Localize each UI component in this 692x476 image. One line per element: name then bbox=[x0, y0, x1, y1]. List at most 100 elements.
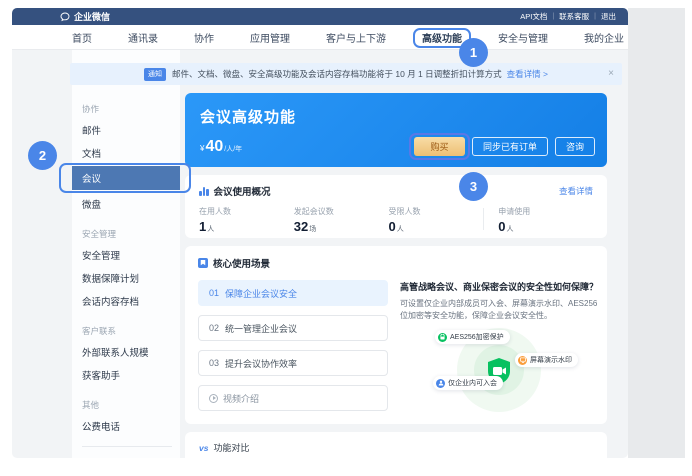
sidebar-item-chat-archive[interactable]: 会话内容存档 bbox=[82, 289, 172, 312]
usage-title: 会议使用概况 bbox=[214, 184, 271, 198]
bar-chart-icon bbox=[199, 187, 209, 196]
consult-button[interactable]: 咨询 bbox=[555, 137, 595, 156]
hero-card: 会议高级功能 ¥ 40 /人/年 购买 3 同步已有订单 咨询 bbox=[185, 93, 607, 167]
tab-advanced-features[interactable]: 高级功能 1 bbox=[422, 25, 462, 49]
security-illustration: AES256加密保护 屏幕演示水印 bbox=[400, 326, 598, 421]
price-unit: /人/年 bbox=[224, 144, 242, 154]
link-logout[interactable]: 退出 bbox=[601, 11, 616, 22]
notification-banner: 通知 邮件、文档、微盘、安全高级功能及会话内容存档功能将于 10 月 1 日调整… bbox=[70, 63, 622, 85]
scenarios-title: 核心使用场景 bbox=[213, 256, 270, 270]
sidebar-group-customer: 客户联系 bbox=[82, 325, 172, 337]
stat-active-users: 在用人数 1人 bbox=[199, 206, 294, 234]
scenario-number: 03 bbox=[209, 358, 219, 368]
notice-badge: 通知 bbox=[144, 68, 166, 81]
divider: | bbox=[594, 13, 596, 20]
annotation-step-2: 2 bbox=[28, 141, 57, 170]
sidebar-item-data-protection[interactable]: 数据保障计划 bbox=[82, 266, 172, 289]
hero-buttons: 购买 3 同步已有订单 咨询 bbox=[414, 137, 595, 156]
link-api-docs[interactable]: API文档 bbox=[520, 11, 547, 22]
scenario-item-security[interactable]: 01 保障企业会议安全 bbox=[198, 280, 388, 306]
page-title: 会议高级功能 bbox=[200, 106, 296, 127]
chat-bubble-icon bbox=[60, 12, 70, 22]
lock-icon bbox=[438, 333, 447, 342]
sync-orders-button[interactable]: 同步已有订单 bbox=[472, 137, 548, 156]
stat-label: 发起会议数 bbox=[294, 206, 389, 217]
scenario-number: 02 bbox=[209, 323, 219, 333]
sidebar-item-external-contacts[interactable]: 外部联系人规模 bbox=[82, 340, 172, 363]
divider: | bbox=[552, 13, 554, 20]
tab-contacts[interactable]: 通讯录 bbox=[128, 25, 158, 49]
scenario-detail: 高管战略会议、商业保密会议的安全性如何保障？ 可设置仅企业内部成员可入会、屏幕演… bbox=[400, 280, 598, 421]
wecom-logo: 企业微信 bbox=[60, 10, 110, 23]
tag-aes256: AES256加密保护 bbox=[435, 330, 510, 344]
active-tab-underline bbox=[424, 46, 460, 49]
sidebar-item-customer-assistant[interactable]: 获客助手 bbox=[82, 363, 172, 386]
tag-label: 屏幕演示水印 bbox=[530, 355, 572, 365]
compare-card: vs 功能对比 bbox=[185, 432, 607, 458]
stat-label: 申请使用 bbox=[498, 206, 593, 217]
stat-label: 在用人数 bbox=[199, 206, 294, 217]
sidebar-item-security-management[interactable]: 安全管理 bbox=[82, 243, 172, 266]
sidebar-group-other: 其他 bbox=[82, 399, 172, 411]
stat-meetings-started: 发起会议数 32场 bbox=[294, 206, 389, 234]
screenshot-stage: 企业微信 API文档 | 联系客服 | 退出 首页 通讯录 协作 应用管理 客户… bbox=[0, 0, 692, 476]
topbar: 企业微信 API文档 | 联系客服 | 退出 bbox=[12, 8, 628, 25]
stat-value: 0 bbox=[389, 219, 396, 234]
buy-button[interactable]: 购买 3 bbox=[414, 137, 465, 156]
tab-app-management[interactable]: 应用管理 bbox=[250, 25, 290, 49]
annotation-step-1: 1 bbox=[459, 38, 488, 67]
primary-nav: 首页 通讯录 协作 应用管理 客户与上下游 高级功能 1 安全与管理 我的企业 bbox=[12, 25, 628, 50]
stat-unit: 人 bbox=[207, 226, 214, 233]
tag-label: AES256加密保护 bbox=[450, 332, 504, 342]
flag-icon bbox=[198, 258, 208, 268]
stat-apply-usage: 申请使用 0人 bbox=[498, 206, 593, 234]
sidebar-item-mail[interactable]: 邮件 bbox=[82, 118, 172, 141]
stat-value: 1 bbox=[199, 219, 206, 234]
tab-customers[interactable]: 客户与上下游 bbox=[326, 25, 386, 49]
usage-detail-link[interactable]: 查看详情 bbox=[559, 185, 593, 197]
scenario-label: 提升会议协作效率 bbox=[225, 357, 297, 370]
sidebar-item-business-call[interactable]: 公费电话 bbox=[82, 414, 172, 437]
person-icon bbox=[436, 379, 445, 388]
notice-detail-link[interactable]: 查看详情 > bbox=[507, 68, 548, 80]
tab-my-company[interactable]: 我的企业 bbox=[584, 25, 624, 49]
sidebar-item-meeting[interactable]: 会议 2 bbox=[72, 166, 180, 190]
stat-unit: 人 bbox=[506, 226, 513, 233]
buy-button-label: 购买 bbox=[430, 140, 448, 153]
tag-label: 仅企业内可入会 bbox=[448, 378, 497, 388]
link-contact-support[interactable]: 联系客服 bbox=[559, 11, 589, 22]
tab-home[interactable]: 首页 bbox=[72, 25, 92, 49]
scenario-item-management[interactable]: 02 统一管理企业会议 bbox=[198, 315, 388, 341]
stat-label: 受限人数 bbox=[389, 206, 484, 217]
app-window: 企业微信 API文档 | 联系客服 | 退出 首页 通讯录 协作 应用管理 客户… bbox=[12, 8, 628, 458]
scenario-number: 01 bbox=[209, 288, 219, 298]
scenario-label: 统一管理企业会议 bbox=[225, 322, 297, 335]
video-intro-item[interactable]: 视频介绍 bbox=[198, 385, 388, 411]
main-panel: 会议高级功能 ¥ 40 /人/年 购买 3 同步已有订单 咨询 bbox=[185, 93, 607, 458]
stat-divider bbox=[483, 208, 484, 230]
monitor-icon bbox=[518, 356, 527, 365]
tab-security-management[interactable]: 安全与管理 bbox=[498, 25, 548, 49]
currency-symbol: ¥ bbox=[200, 144, 204, 153]
price: ¥ 40 /人/年 bbox=[200, 138, 242, 156]
annotation-box-step2 bbox=[59, 163, 191, 193]
scenario-list: 01 保障企业会议安全 02 统一管理企业会议 03 提升会议协作效率 bbox=[198, 280, 388, 421]
sidebar-item-meeting-label: 会议 bbox=[82, 174, 101, 185]
sidebar-item-docs[interactable]: 文档 bbox=[82, 141, 172, 164]
detail-body: 可设置仅企业内部成员可入会、屏幕演示水印、AES256位加密等安全功能，保障企业… bbox=[400, 298, 598, 322]
desktop-background-strip bbox=[628, 8, 685, 458]
sidebar-item-drive[interactable]: 微盘 bbox=[82, 192, 172, 215]
stat-restricted-users: 受限人数 0人 bbox=[389, 206, 484, 234]
video-intro-label: 视频介绍 bbox=[223, 392, 259, 405]
scenario-item-efficiency[interactable]: 03 提升会议协作效率 bbox=[198, 350, 388, 376]
tab-collaboration[interactable]: 协作 bbox=[194, 25, 214, 49]
tag-watermark: 屏幕演示水印 bbox=[515, 353, 578, 367]
compare-title: 功能对比 bbox=[213, 441, 249, 454]
detail-title: 高管战略会议、商业保密会议的安全性如何保障？ bbox=[400, 280, 598, 293]
usage-card: 会议使用概况 查看详情 在用人数 1人 发起会议数 32场 受 bbox=[185, 175, 607, 238]
close-icon[interactable]: × bbox=[608, 69, 614, 79]
sidebar-group-security: 安全管理 bbox=[82, 228, 172, 240]
stat-unit: 场 bbox=[309, 226, 316, 233]
usage-stats: 在用人数 1人 发起会议数 32场 受限人数 0人 bbox=[199, 206, 593, 234]
content-area: 通知 邮件、文档、微盘、安全高级功能及会话内容存档功能将于 10 月 1 日调整… bbox=[12, 50, 628, 458]
